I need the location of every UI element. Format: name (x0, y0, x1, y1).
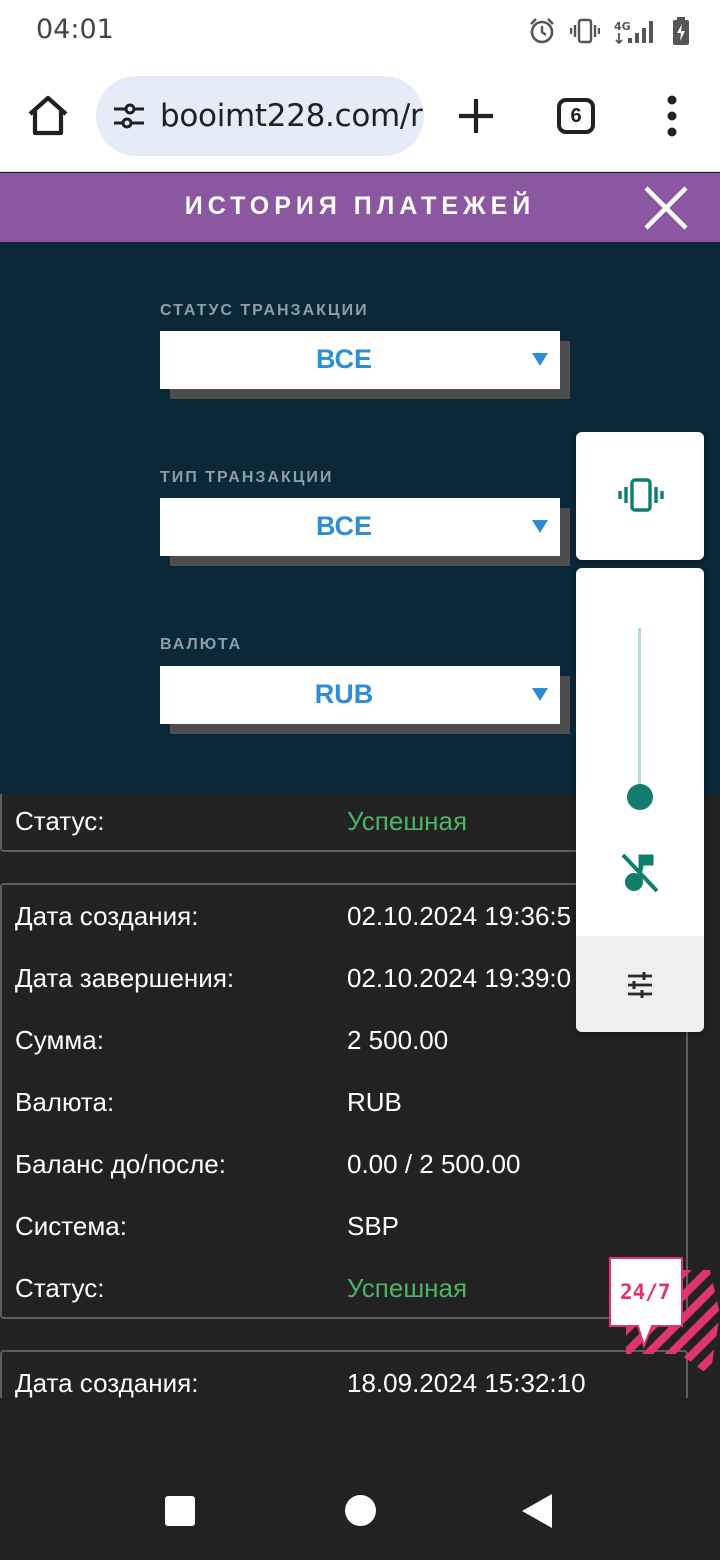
completed-label: Дата завершения: (15, 963, 235, 993)
created-label: Дата создания: (15, 901, 199, 931)
volume-slider-track[interactable] (638, 628, 641, 796)
recents-icon[interactable] (165, 1496, 195, 1526)
balance-label: Баланс до/после: (15, 1149, 226, 1179)
sound-settings-icon (626, 972, 654, 1003)
chat-badge-label: 24/7 (620, 1280, 671, 1304)
volume-slider-thumb[interactable] (627, 784, 653, 810)
url-text: booimt228.com/r (160, 98, 423, 134)
vibrate-mode-icon (618, 478, 664, 517)
currency-filter-value: RUB (314, 679, 374, 709)
status-value: Успешная (347, 1273, 468, 1303)
balance-value: 0.00 / 2 500.00 (347, 1149, 521, 1179)
address-bar[interactable]: booimt228.com/r (96, 76, 424, 156)
modal-header: ИСТОРИЯ ПЛАТЕЖЕЙ (0, 173, 720, 242)
new-tab-icon[interactable] (456, 96, 496, 136)
status-label: Статус: (15, 1273, 105, 1303)
completed-value: 02.10.2024 19:39:0 (347, 963, 572, 993)
amount-label: Сумма: (15, 1025, 104, 1055)
browser-toolbar: booimt228.com/r 6 (0, 62, 720, 172)
modal-title: ИСТОРИЯ ПЛАТЕЖЕЙ (184, 192, 536, 220)
vibrate-icon (570, 18, 600, 44)
currency-label: Валюта: (15, 1087, 115, 1117)
status-icons: 4G (528, 14, 690, 48)
status-value: Успешная (347, 806, 468, 836)
status-filter-select[interactable]: ВСЕ (160, 331, 560, 389)
tab-switcher-icon[interactable]: 6 (557, 98, 595, 134)
chat-bubble-icon (609, 1257, 720, 1376)
home-icon[interactable] (24, 92, 72, 140)
type-filter-select[interactable]: ВСЕ (160, 498, 560, 556)
status-filter-label: СТАТУС ТРАНЗАКЦИИ (160, 302, 369, 319)
volume-panel (576, 568, 704, 1032)
network-4g-icon: 4G (614, 18, 658, 44)
system-value: SBP (347, 1211, 400, 1241)
alarm-icon (528, 17, 556, 45)
type-filter-label: ТИП ТРАНЗАКЦИИ (160, 469, 334, 486)
created-label: Дата создания: (15, 1368, 199, 1398)
dropdown-arrow-icon (532, 688, 548, 701)
system-nav-bar (0, 1398, 720, 1560)
status-label: Статус: (15, 806, 105, 836)
clock: 04:01 (36, 14, 114, 45)
close-icon[interactable] (640, 182, 692, 234)
battery-charging-icon (672, 17, 690, 45)
currency-filter-label: ВАЛЮТА (160, 636, 243, 653)
amount-value: 2 500.00 (347, 1025, 449, 1055)
created-value: 02.10.2024 19:36:5 (347, 901, 572, 931)
home-circle-icon[interactable] (345, 1495, 376, 1526)
back-icon[interactable] (522, 1494, 552, 1528)
transaction-card: Дата создания: 18.09.2024 15:32:10 (0, 1350, 688, 1398)
support-chat-button[interactable]: 24/7 (606, 1254, 720, 1378)
dropdown-arrow-icon (532, 520, 548, 533)
site-settings-icon[interactable] (112, 102, 146, 135)
status-filter-value: ВСЕ (316, 344, 372, 374)
created-value: 18.09.2024 15:32:10 (347, 1368, 586, 1398)
status-bar: 04:01 4G (0, 0, 720, 62)
system-label: Система: (15, 1211, 127, 1241)
currency-filter-select[interactable]: RUB (160, 666, 560, 724)
media-muted-icon[interactable] (620, 852, 660, 899)
network-type-text: 4G (614, 20, 631, 33)
ringer-mode-button[interactable] (576, 432, 704, 560)
currency-value: RUB (347, 1087, 402, 1117)
sound-settings-button[interactable] (576, 936, 704, 1032)
dropdown-arrow-icon (532, 353, 548, 366)
overflow-menu-icon[interactable] (660, 94, 684, 138)
type-filter-value: ВСЕ (316, 511, 372, 541)
